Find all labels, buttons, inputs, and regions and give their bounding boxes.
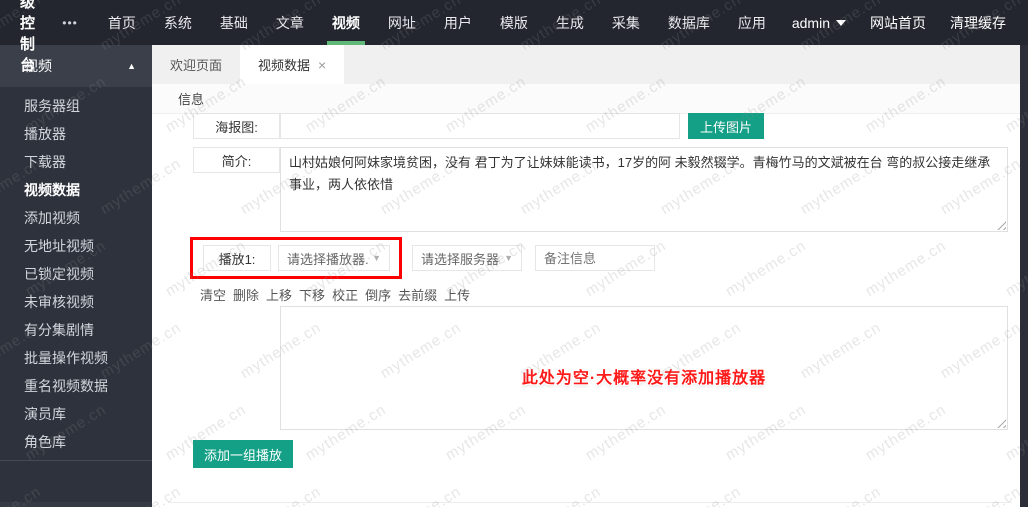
clear-cache-link[interactable]: 清理缓存 (938, 0, 1018, 45)
poster-input[interactable] (280, 113, 680, 139)
user-menu[interactable]: admin (780, 0, 858, 45)
action-reverse[interactable]: 倒序 (365, 285, 391, 304)
nav-item-user[interactable]: 用户 (430, 0, 486, 45)
player-select-value: 请选择播放器. (287, 249, 368, 268)
nav-item-video[interactable]: 视频 (318, 0, 374, 45)
action-clear[interactable]: 清空 (200, 285, 226, 304)
top-navbar: 超级控制台 ••• 首页 系统 基础 文章 视频 网址 用户 模版 生成 采集 … (0, 0, 1028, 45)
nav-item-system[interactable]: 系统 (150, 0, 206, 45)
caret-down-icon (836, 20, 846, 26)
sidebar-footer-area (0, 502, 152, 507)
username: admin (792, 15, 830, 31)
server-group-select[interactable]: 请选择服务器组. ▼ (412, 245, 522, 271)
close-icon[interactable]: × (318, 58, 326, 72)
sidebar-item-locked-video[interactable]: 已锁定视频 (0, 260, 152, 288)
sidebar: 视频 ▲ 服务器组 播放器 下载器 视频数据 添加视频 无地址视频 已锁定视频 … (0, 45, 152, 507)
subnav-tab-info[interactable]: 信息 (152, 89, 216, 108)
server-group-select-value: 请选择服务器组. (421, 249, 500, 268)
action-remove-prefix[interactable]: 去前缀 (398, 285, 437, 304)
player-select[interactable]: 请选择播放器. ▼ (278, 245, 390, 271)
nav-item-article[interactable]: 文章 (262, 0, 318, 45)
nav-item-database[interactable]: 数据库 (654, 0, 724, 45)
caret-down-icon: ▼ (504, 253, 513, 263)
playlist-textarea-wrap: 此处为空·大概率没有添加播放器 (280, 306, 1008, 430)
nav-item-url[interactable]: 网址 (374, 0, 430, 45)
sidebar-item-server-group[interactable]: 服务器组 (0, 92, 152, 120)
sidebar-item-unreviewed-video[interactable]: 未审核视频 (0, 288, 152, 316)
sidebar-item-add-video[interactable]: 添加视频 (0, 204, 152, 232)
note-input[interactable] (535, 245, 655, 271)
tab-video-data-label: 视频数据 (258, 55, 310, 74)
action-move-up[interactable]: 上移 (266, 285, 292, 304)
sidebar-item-downloader[interactable]: 下载器 (0, 148, 152, 176)
tab-welcome[interactable]: 欢迎页面 (152, 45, 240, 84)
form-subnav: 信息 (152, 84, 1020, 114)
playlist-textarea[interactable] (280, 306, 1008, 430)
sidebar-item-actor-library[interactable]: 演员库 (0, 400, 152, 428)
intro-label: 简介: (193, 147, 280, 173)
main-nav: 首页 系统 基础 文章 视频 网址 用户 模版 生成 采集 数据库 应用 (94, 0, 780, 45)
bottom-divider (168, 502, 1012, 503)
brand-title: 超级控制台 (0, 0, 46, 45)
action-move-down[interactable]: 下移 (299, 285, 325, 304)
action-upload[interactable]: 上传 (444, 285, 470, 304)
add-play-group-button[interactable]: 添加一组播放 (193, 440, 293, 468)
sidebar-menu: 服务器组 播放器 下载器 视频数据 添加视频 无地址视频 已锁定视频 未审核视频… (0, 87, 152, 456)
intro-textarea-wrap: 山村姑娘何阿妹家境贫困，没有 君丁为了让妹妹能读书，17岁的阿 未毅然辍学。青梅… (280, 147, 1008, 232)
site-home-link[interactable]: 网站首页 (858, 0, 938, 45)
caret-down-icon: ▼ (372, 253, 381, 263)
sidebar-item-no-address-video[interactable]: 无地址视频 (0, 232, 152, 260)
nav-item-collect[interactable]: 采集 (598, 0, 654, 45)
collapse-arrow-icon: ▲ (127, 61, 136, 71)
sidebar-item-player[interactable]: 播放器 (0, 120, 152, 148)
poster-label: 海报图: (193, 113, 280, 139)
upload-image-button[interactable]: 上传图片 (688, 113, 764, 139)
main-content: 信息 海报图: 上传图片 简介: 山村姑娘何阿妹家境贫困，没有 君丁为了让妹妹能… (152, 84, 1020, 507)
tab-bar: 欢迎页面 视频数据 × (152, 45, 1020, 84)
nav-item-basic[interactable]: 基础 (206, 0, 262, 45)
play1-label: 播放1: (203, 245, 271, 271)
tab-video-data[interactable]: 视频数据 × (240, 45, 344, 84)
right-edge-strip (1020, 45, 1028, 507)
nav-item-generate[interactable]: 生成 (542, 0, 598, 45)
navbar-right: admin 网站首页 清理缓存 (780, 0, 1028, 45)
sidebar-divider (0, 460, 152, 461)
action-delete[interactable]: 删除 (233, 285, 259, 304)
nav-item-template[interactable]: 模版 (486, 0, 542, 45)
sidebar-item-role-library[interactable]: 角色库 (0, 428, 152, 456)
nav-item-app[interactable]: 应用 (724, 0, 780, 45)
sidebar-item-batch-operate[interactable]: 批量操作视频 (0, 344, 152, 372)
more-icon[interactable]: ••• (46, 0, 94, 45)
sidebar-item-episode-plot[interactable]: 有分集剧情 (0, 316, 152, 344)
intro-textarea[interactable]: 山村姑娘何阿妹家境贫困，没有 君丁为了让妹妹能读书，17岁的阿 未毅然辍学。青梅… (280, 147, 1008, 232)
sidebar-item-duplicate-video[interactable]: 重名视频数据 (0, 372, 152, 400)
nav-item-home[interactable]: 首页 (94, 0, 150, 45)
sidebar-item-video-data[interactable]: 视频数据 (0, 176, 152, 204)
action-correct[interactable]: 校正 (332, 285, 358, 304)
tab-welcome-label: 欢迎页面 (170, 55, 222, 74)
play-action-links: 清空 删除 上移 下移 校正 倒序 去前缀 上传 (200, 285, 470, 304)
